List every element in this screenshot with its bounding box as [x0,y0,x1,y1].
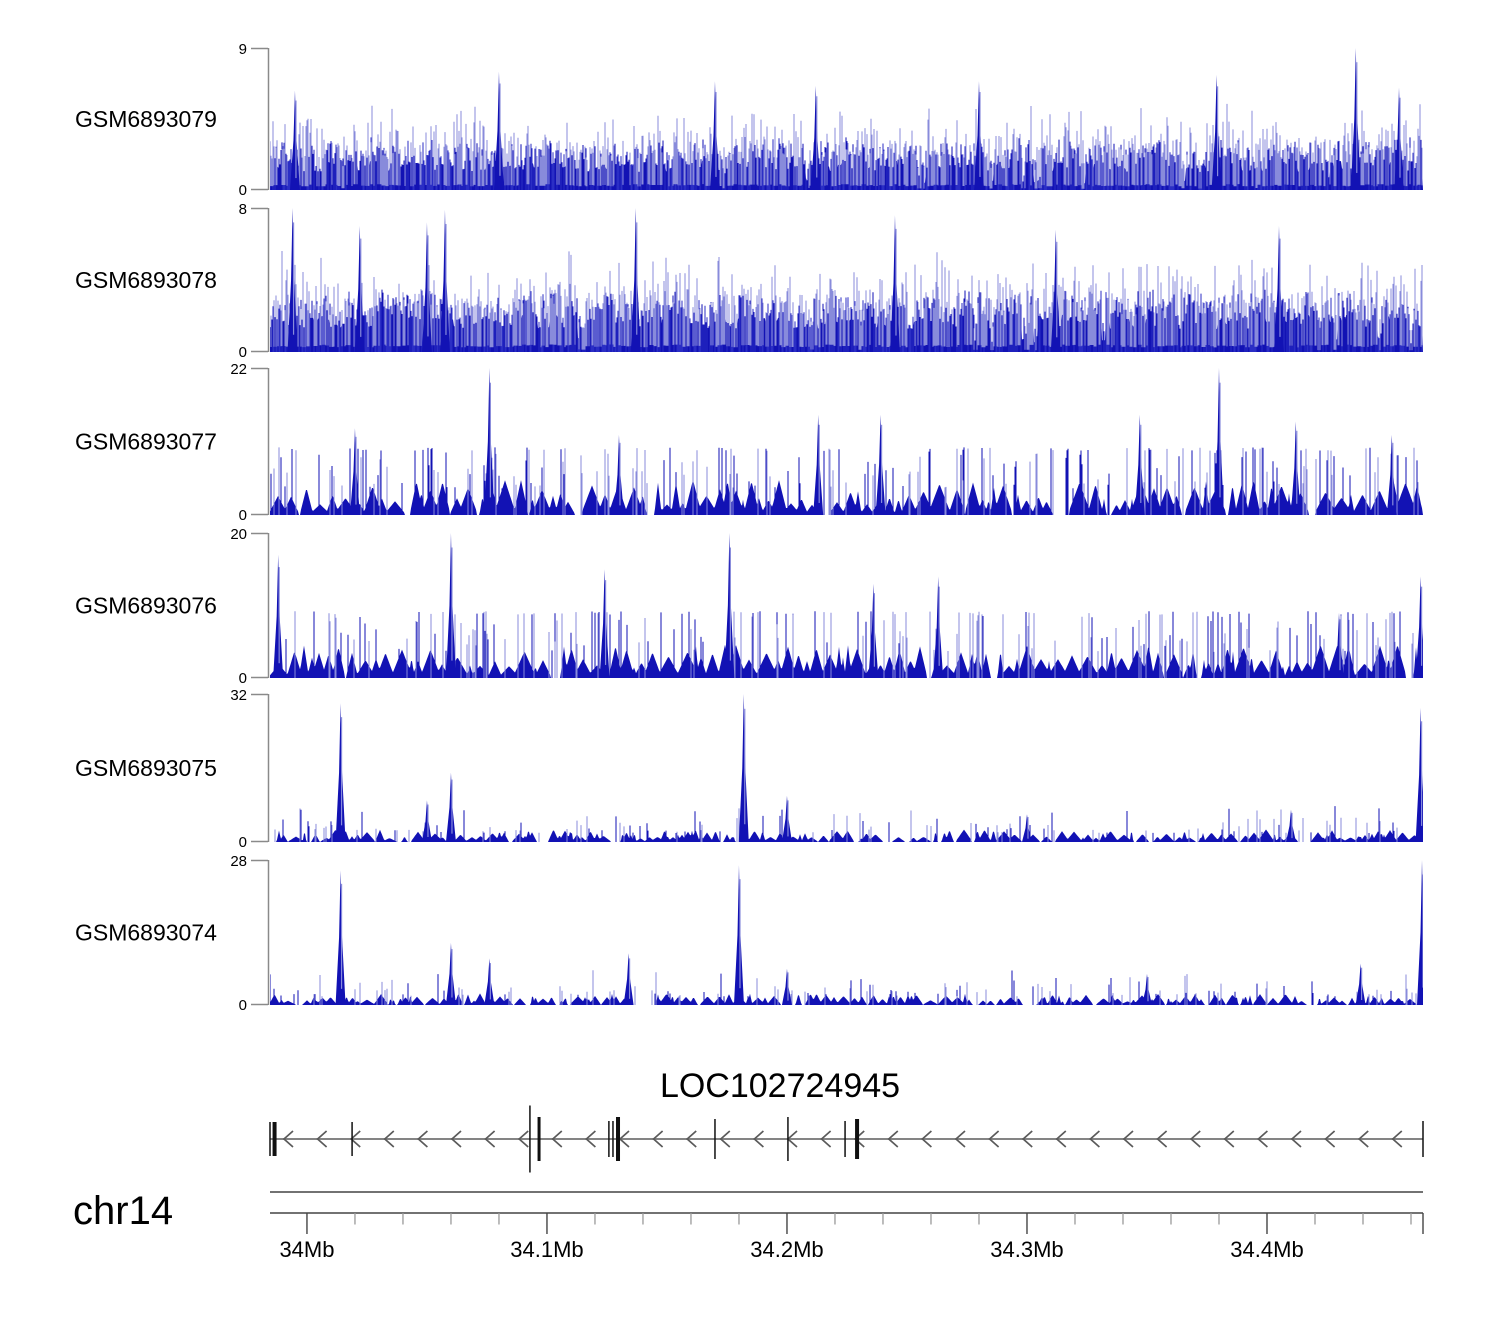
coverage-signal [270,48,1423,190]
signal-peak [287,208,298,352]
y-axis-zero-label: 0 [239,344,247,361]
signal-peak [1393,87,1404,190]
signal-peak [1355,963,1366,1005]
signal-peak [1333,612,1344,678]
y-axis-max-label: 8 [239,201,247,218]
track-label: GSM6893077 [75,429,217,455]
signal-peak [1213,368,1224,515]
signal-peak [781,795,792,842]
signal-peak [889,215,900,352]
signal-peak [335,703,346,842]
coverage-track: GSM6893077 22 0 [75,361,1423,524]
signal-peak [613,434,624,515]
signal-peak [724,533,735,678]
track-label: GSM6893076 [75,593,217,619]
track-label: GSM6893074 [75,920,217,946]
signal-peak [781,968,792,1005]
signal-peak [1141,973,1152,1005]
y-axis-max-label: 22 [230,361,247,378]
signal-peak [1134,414,1145,515]
signal-peak [733,865,744,1005]
coverage-signal [270,368,1423,515]
signal-peak [354,226,365,352]
y-axis-max-label: 9 [239,41,247,58]
signal-peak [335,870,346,1005]
signal-peak [1273,226,1284,352]
y-axis-max-label: 20 [230,526,247,543]
y-axis-max-label: 32 [230,687,247,704]
signal-peak [1285,809,1296,842]
signal-peak [421,222,432,352]
signal-peak [273,554,284,678]
coverage-track: GSM6893079 9 0 [75,41,1423,199]
y-axis-zero-label: 0 [239,182,247,199]
signal-peak [439,209,450,352]
signal-peak [623,953,634,1005]
track-label: GSM6893079 [75,106,217,132]
signal-peak [1386,434,1397,515]
y-axis-zero-label: 0 [239,834,247,851]
coverage-plot-canvas: GSM689307990GSM689307880GSM6893077220GSM… [73,41,1424,1262]
coverage-signal [270,694,1423,842]
y-axis-zero-label: 0 [239,670,247,687]
coverage-track: GSM6893078 8 0 [75,201,1423,361]
signal-peak [493,71,504,190]
genome-axis-track: chr14 34Mb 34.1Mb 34.2Mb 34.3Mb 34.4Mb [73,1189,1424,1262]
signal-body [270,993,1423,1005]
gene-track: LOC102724945 [269,1067,1424,1173]
signal-peak [810,85,821,190]
signal-peak [599,569,610,678]
axis-tick-label: 34.2Mb [750,1237,823,1262]
coverage-track: GSM6893074 28 0 [75,853,1423,1014]
y-axis-zero-label: 0 [239,997,247,1014]
signal-peak [1415,707,1423,842]
signal-peak [1417,860,1423,1005]
signal-peak [868,583,879,678]
signal-peak [445,533,456,678]
coverage-signal [270,208,1423,352]
signal-peak [933,576,944,678]
signal-peak [630,208,641,352]
axis-tick-label: 34Mb [279,1237,334,1262]
axis-tick-label: 34.4Mb [1230,1237,1303,1262]
signal-peak [1415,576,1423,678]
signal-peak [875,414,886,515]
signal-peak [445,942,456,1005]
signal-peak [421,800,432,842]
signal-peak [738,694,749,842]
y-axis-zero-label: 0 [239,507,247,524]
signal-peak [484,368,495,515]
coverage-signal [270,860,1423,1005]
signal-peak [484,958,495,1005]
signal-peak [1350,48,1361,190]
signal-peak [973,81,984,190]
signal-peak [1290,421,1301,515]
track-label: GSM6893075 [75,755,217,781]
coverage-track: GSM6893075 32 0 [75,687,1423,851]
axis-tick-label: 34.1Mb [510,1237,583,1262]
signal-peak [445,772,456,842]
track-label: GSM6893078 [75,267,217,293]
signal-peak [813,414,824,515]
chromosome-label: chr14 [73,1189,173,1233]
gene-title: LOC102724945 [660,1067,900,1105]
coverage-track: GSM6893076 20 0 [75,526,1423,687]
coverage-signal [270,533,1423,678]
signal-peak [289,90,300,190]
y-axis-max-label: 28 [230,853,247,870]
axis-tick-label: 34.3Mb [990,1237,1063,1262]
genome-browser-figure: GSM6893079 9 0 GSM6893078 8 0 GSM6893077 22 0 GSM… [0,0,1500,1320]
